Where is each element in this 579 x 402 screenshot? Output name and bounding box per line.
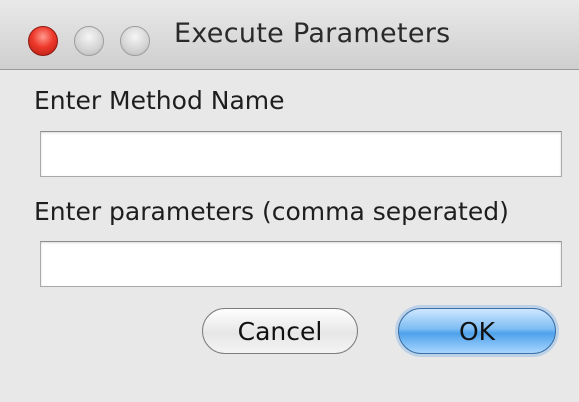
window-title: Execute Parameters xyxy=(174,18,451,49)
cancel-button[interactable]: Cancel xyxy=(202,308,358,354)
ok-button[interactable]: OK xyxy=(398,308,556,354)
execute-parameters-dialog: Execute Parameters Enter Method Name Ent… xyxy=(0,0,579,402)
method-name-input[interactable] xyxy=(40,131,562,177)
parameters-input[interactable] xyxy=(40,241,562,287)
minimize-icon[interactable] xyxy=(74,26,104,56)
method-name-label: Enter Method Name xyxy=(34,86,285,115)
title-bar[interactable]: Execute Parameters xyxy=(0,0,579,70)
close-icon[interactable] xyxy=(28,26,58,56)
zoom-icon[interactable] xyxy=(120,26,150,56)
parameters-label: Enter parameters (comma seperated) xyxy=(34,197,509,226)
